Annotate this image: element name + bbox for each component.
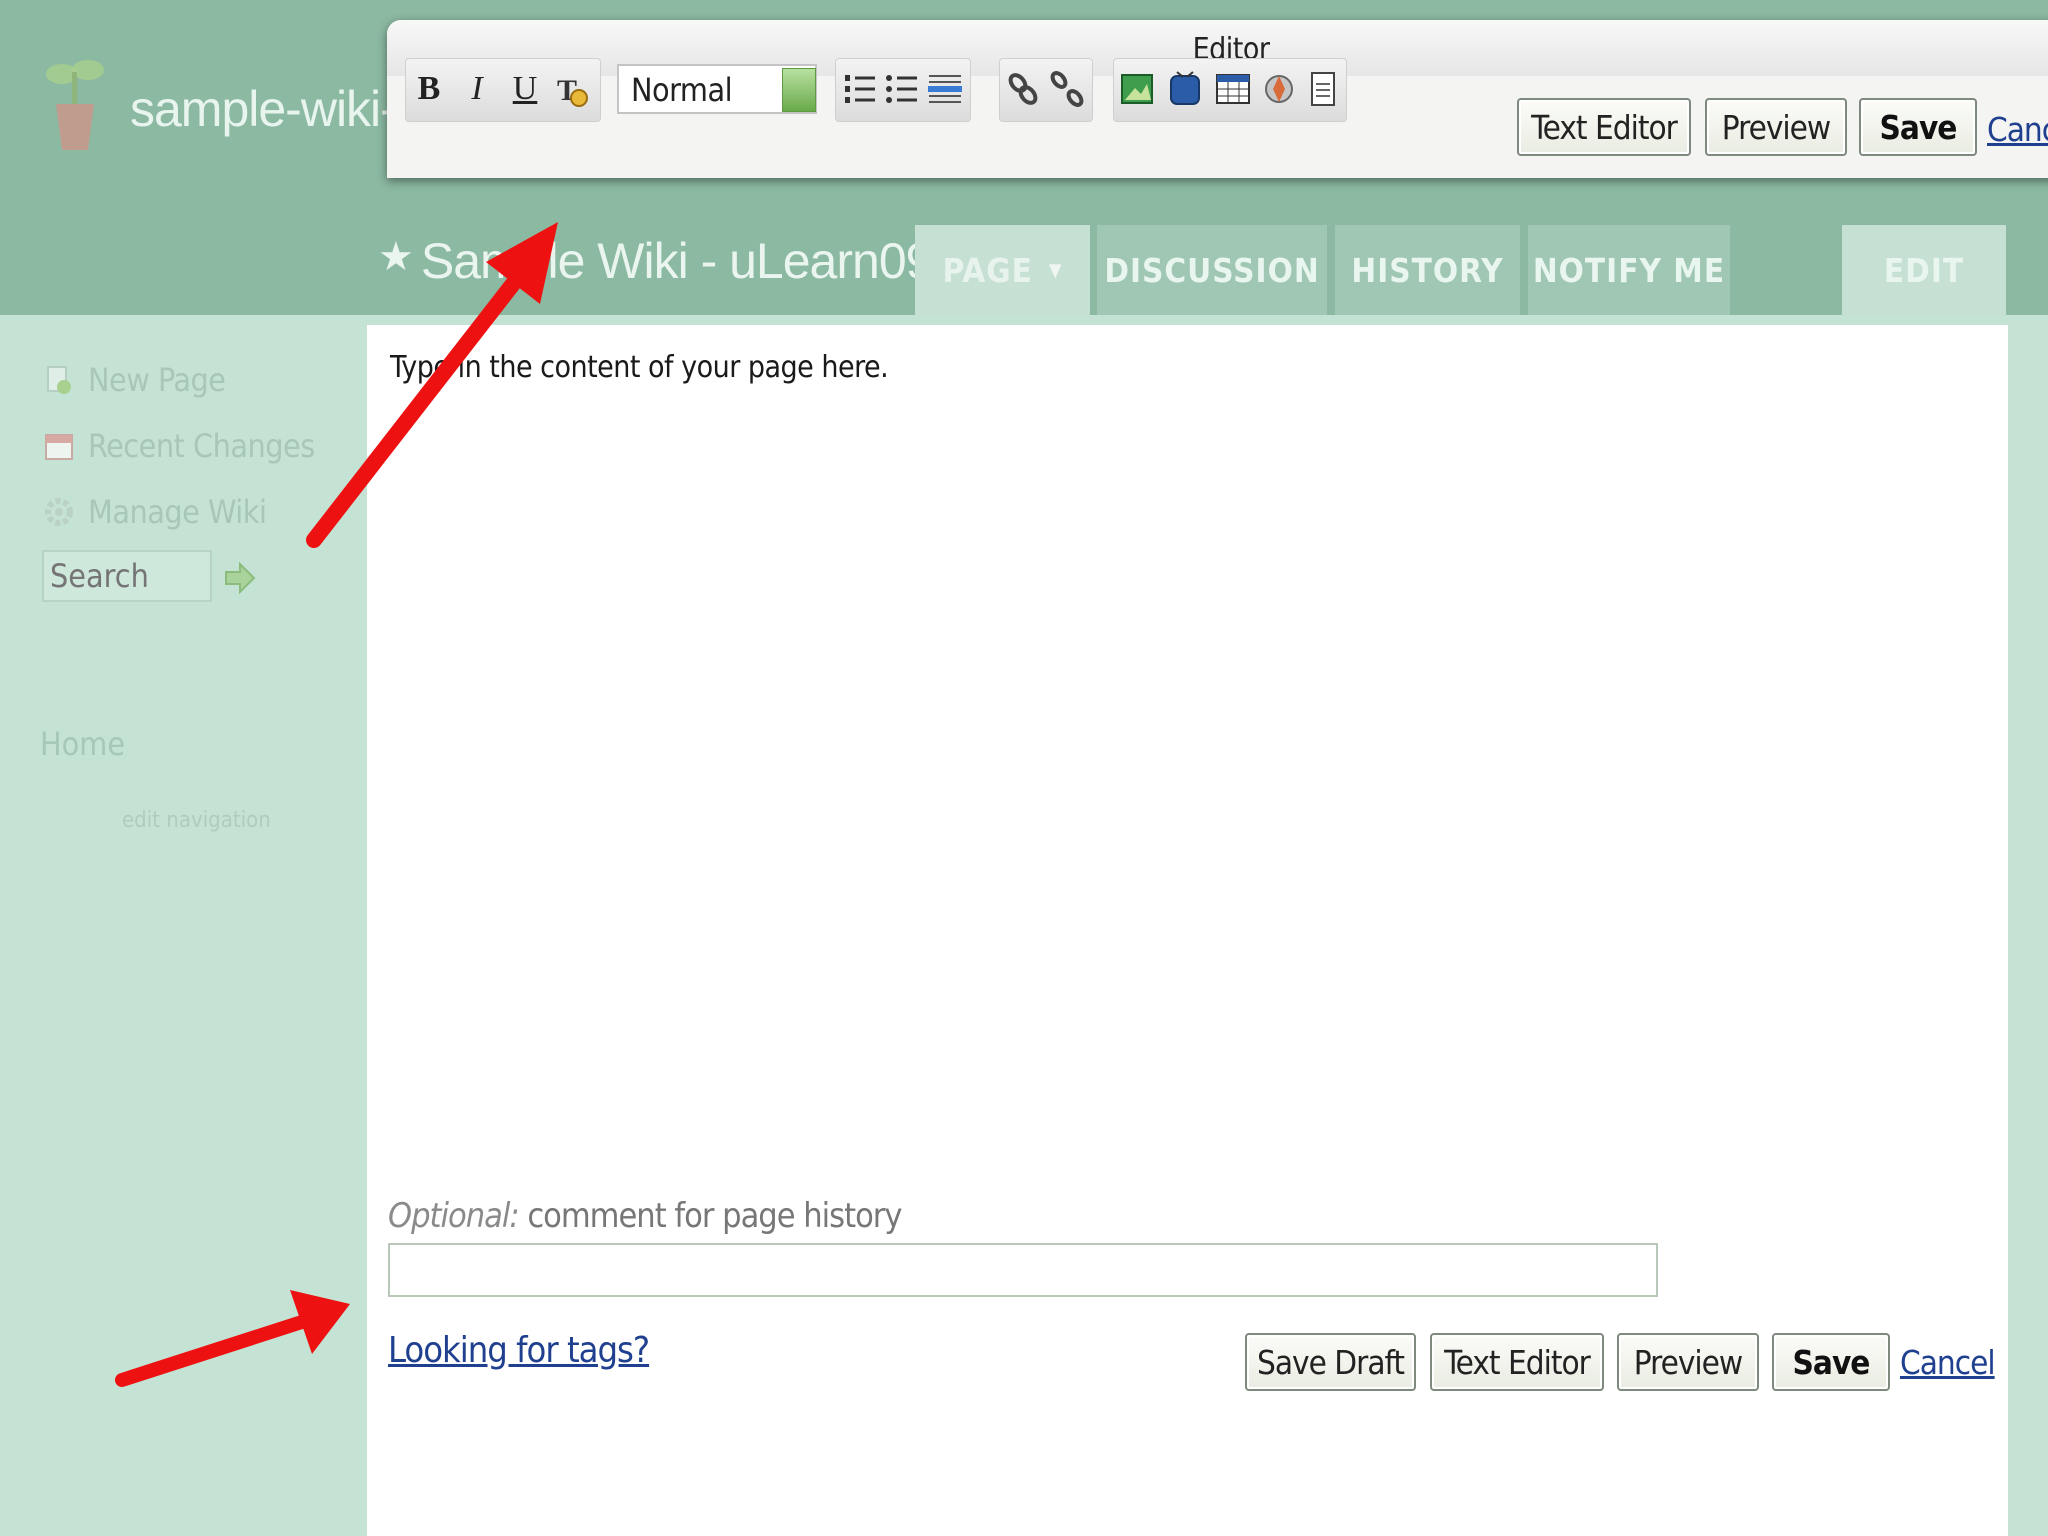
text-editor-button[interactable]: Text Editor [1430,1333,1604,1391]
gear-icon [45,498,73,526]
tab-notify-me-label: NOTIFY ME [1532,250,1726,290]
widget-icon[interactable] [1259,68,1299,110]
bold-button[interactable]: B [409,68,449,110]
comment-label-optional: Optional: [388,1196,520,1236]
comment-label-text: comment for page history [518,1196,902,1236]
star-icon[interactable]: ★ [378,235,414,279]
tab-edit-label: EDIT [1883,250,1965,290]
cancel-link[interactable]: Cancel [1900,1343,1996,1382]
arrow-right-icon[interactable] [222,560,258,596]
toolbar-preview-button[interactable]: Preview [1705,98,1847,156]
preview-button[interactable]: Preview [1617,1333,1759,1391]
horizontal-rule-icon[interactable] [925,68,965,110]
toolbar-save-button[interactable]: Save [1859,98,1977,156]
unlink-icon[interactable] [1047,68,1087,110]
chevron-down-icon: ▼ [1048,259,1063,281]
underline-button[interactable]: U [505,68,545,110]
arrow-icon [115,1290,350,1387]
text-color-icon[interactable]: T [553,68,593,110]
sidebar-item-label: Recent Changes [88,427,315,465]
edit-navigation-link[interactable]: edit navigation [122,808,271,833]
nav-link-home[interactable]: Home [40,725,125,763]
calendar-icon [45,434,73,460]
wiki-title: ★ Sample Wiki - uLearn09 [378,232,934,290]
sidebar-item-label: Manage Wiki [88,493,267,531]
toolbar-cancel-link[interactable]: Canc [1987,110,2048,149]
tab-page-label: PAGE [942,250,1033,290]
editor-toolbar: Editor B I U T Normal Text Editor Previe… [387,20,2048,178]
link-icon[interactable] [1003,68,1043,110]
toolbar-text-editor-button[interactable]: Text Editor [1517,98,1691,156]
looking-for-tags-link[interactable]: Looking for tags? [388,1330,650,1371]
italic-button[interactable]: I [457,68,497,110]
numbered-list-icon[interactable] [841,68,881,110]
table-icon[interactable] [1213,68,1253,110]
editor-body[interactable]: Type in the content of your page here. [390,350,889,385]
save-draft-button[interactable]: Save Draft [1245,1333,1416,1391]
tab-discussion[interactable]: DISCUSSION [1097,225,1327,315]
bullet-list-icon[interactable] [883,68,923,110]
tab-history-label: HISTORY [1351,250,1504,290]
file-icon[interactable] [1303,68,1343,110]
sidebar-item-new-page[interactable]: New Page [42,360,226,400]
tab-discussion-label: DISCUSSION [1104,250,1320,290]
save-button[interactable]: Save [1772,1333,1890,1391]
sidebar-item-manage-wiki[interactable]: Manage Wiki [42,492,267,532]
comment-label: Optional: comment for page history [388,1196,902,1236]
comment-input[interactable] [388,1243,1658,1297]
tab-history[interactable]: HISTORY [1335,225,1520,315]
plant-logo-icon [46,60,104,150]
sidebar-item-recent-changes[interactable]: Recent Changes [42,426,315,466]
new-page-icon [47,366,71,394]
tab-edit[interactable]: EDIT [1842,225,2006,315]
search-input[interactable] [42,550,212,602]
image-icon[interactable] [1117,68,1157,110]
chevron-down-icon[interactable] [782,68,816,112]
tab-notify-me[interactable]: NOTIFY ME [1528,225,1730,315]
sidebar-item-label: New Page [88,361,226,399]
embed-media-icon[interactable] [1165,68,1205,110]
wiki-title-text: Sample Wiki - uLearn09 [420,233,934,289]
tab-page[interactable]: PAGE ▼ [915,225,1090,315]
